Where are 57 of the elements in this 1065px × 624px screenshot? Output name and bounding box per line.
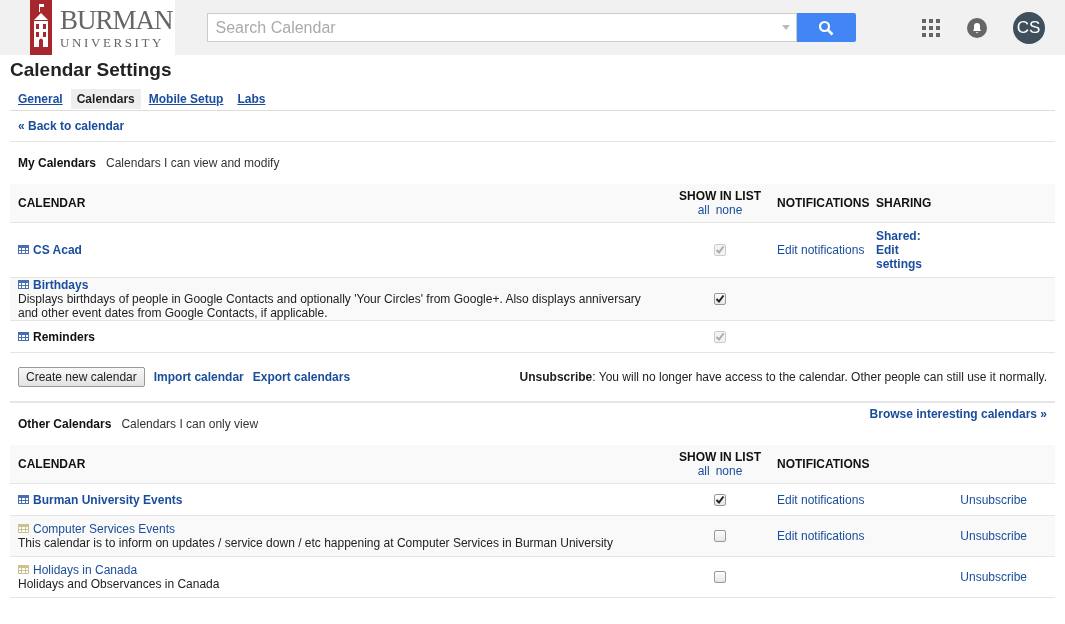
calendar-icon (18, 524, 29, 533)
calendar-name: Reminders (33, 329, 96, 344)
unsubscribe-link[interactable]: Unsubscribe (960, 570, 1027, 584)
section-subtitle: Calendars I can only view (121, 417, 259, 431)
section-title: Other Calendars (18, 417, 112, 431)
search-button[interactable] (796, 13, 856, 42)
settings-tab[interactable]: Mobile Setup (142, 89, 230, 109)
create-calendar-button[interactable]: Create new calendar (18, 367, 145, 387)
notifications-bell-icon[interactable] (966, 17, 987, 38)
page-title: Calendar Settings (10, 59, 173, 82)
edit-notifications-link[interactable]: Edit notifications (777, 492, 865, 507)
calendar-name[interactable]: Birthdays (33, 278, 89, 292)
calendar-icon (18, 565, 29, 574)
section-subtitle: Calendars I can view and modify (106, 156, 280, 170)
select-all-link[interactable]: all (697, 464, 710, 478)
calendar-action-link[interactable]: Export calendars (252, 370, 351, 384)
search-box[interactable]: Search Calendar (206, 13, 797, 42)
show-in-list-checkbox[interactable] (714, 293, 726, 305)
column-header: NOTIFICATIONS (777, 196, 870, 210)
unsubscribe-link[interactable]: Unsubscribe (960, 529, 1027, 543)
search-field[interactable]: Search Calendar (207, 17, 782, 38)
back-link[interactable]: « Back to calendar (18, 119, 125, 133)
column-header: CALENDAR (18, 196, 86, 210)
column-header: SHARING (876, 196, 932, 210)
calendar-name[interactable]: Holidays in Canada (33, 563, 138, 577)
show-in-list-checkbox[interactable] (714, 493, 726, 506)
dropdown-caret-icon[interactable] (781, 25, 790, 30)
calendar-action-link[interactable]: Import calendar (153, 370, 244, 384)
calendar-description: Holidays and Observances in Canada (18, 577, 221, 591)
calendar-description: This calendar is to inform on updates / service down / etc happening at Computer Services in Burman University (18, 536, 614, 550)
edit-notifications-link[interactable]: Edit notifications (777, 529, 865, 543)
select-none-link[interactable]: none (715, 464, 743, 478)
calendar-name[interactable]: Computer Services Events (33, 522, 176, 536)
user-avatar[interactable]: CS (1012, 11, 1045, 44)
settings-tab[interactable]: General (12, 89, 69, 109)
section-title: My Calendars (18, 156, 97, 170)
apps-grid-icon[interactable] (921, 18, 940, 37)
university-logo[interactable]: BURMAN UNIVERSITY (30, 0, 175, 55)
show-in-list-checkbox[interactable] (714, 571, 726, 583)
calendar-name[interactable]: Burman University Events (33, 492, 183, 507)
calendar-icon (18, 494, 29, 504)
column-header: SHOW IN LIST (679, 189, 761, 203)
column-header: CALENDAR (18, 457, 86, 471)
calendar-icon (18, 331, 29, 341)
select-none-link[interactable]: none (715, 203, 743, 217)
column-header: NOTIFICATIONS (777, 457, 870, 471)
calendar-description: Displays birthdays of people in Google Contacts and optionally 'Your Circles' from Google+. Also displays anniversary and other event dates from Google Contacts, if applicable. (18, 292, 642, 320)
settings-tab[interactable]: Labs (231, 89, 272, 109)
unsubscribe-link[interactable]: Unsubscribe (960, 492, 1027, 507)
settings-tab[interactable]: Calendars (70, 89, 141, 109)
show-in-list-checkbox[interactable] (714, 530, 726, 542)
browse-calendars-link[interactable]: Browse interesting calendars » (869, 407, 1047, 421)
search-icon (818, 19, 835, 36)
unsubscribe-note: Unsubscribe: You will no longer have access to the calendar. Other people can still use it normally. (519, 370, 1047, 384)
calendar-icon (18, 245, 29, 254)
column-header: SHOW IN LIST (679, 450, 761, 464)
select-all-link[interactable]: all (697, 203, 710, 217)
